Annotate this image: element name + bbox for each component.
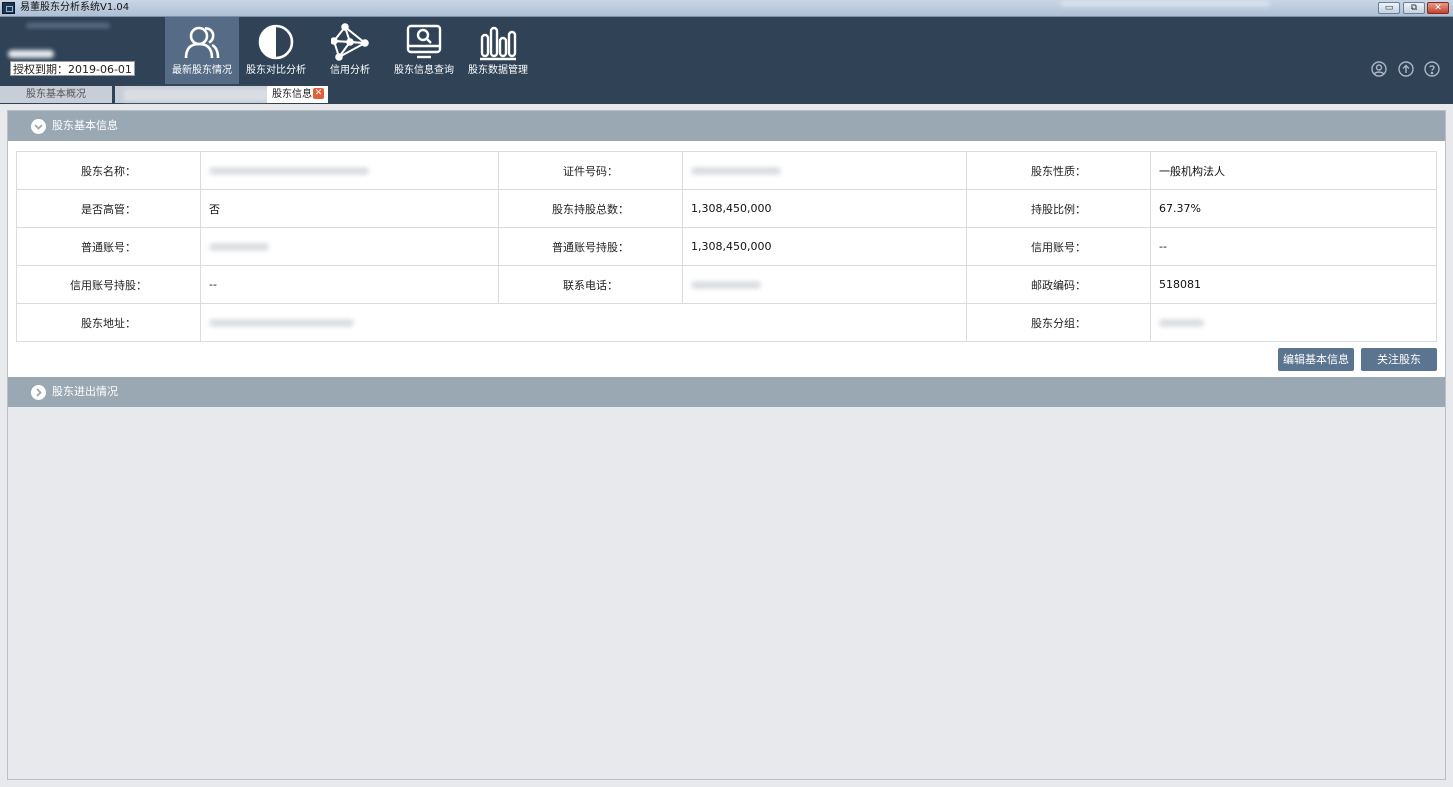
table-row: 信用账号持股： -- 联系电话： 邮政编码： 518081 bbox=[16, 265, 1437, 304]
window-titlebar: 易董股东分析系统V1.04 ▭ ⧉ ✕ bbox=[0, 0, 1453, 17]
label-postal-code: 邮政编码： bbox=[966, 265, 1151, 304]
redacted-user-info bbox=[26, 23, 110, 28]
label-holder-type: 股东性质： bbox=[966, 151, 1151, 190]
chevron-right-icon[interactable] bbox=[31, 385, 46, 400]
nav-credit-analysis[interactable]: 信用分析 bbox=[313, 17, 387, 84]
value-share-ratio: 67.37% bbox=[1150, 189, 1437, 228]
table-row: 是否高管： 否 股东持股总数： 1,308,450,000 持股比例： 67.3… bbox=[16, 189, 1437, 228]
window-title: 易董股东分析系统V1.04 bbox=[20, 2, 130, 13]
section-title: 股东基本信息 bbox=[52, 119, 118, 132]
nav-label: 股东对比分析 bbox=[246, 65, 306, 76]
table-row: 普通账号： 普通账号持股： 1,308,450,000 信用账号： -- bbox=[16, 227, 1437, 266]
redacted-value bbox=[209, 167, 369, 175]
value-normal-account bbox=[200, 227, 499, 266]
value-holder-name bbox=[200, 151, 499, 190]
value-holder-group bbox=[1150, 303, 1437, 342]
label-normal-account: 普通账号： bbox=[16, 227, 201, 266]
holder-info-table: 股东名称： 证件号码： 股东性质： 一般机构法人 是否高管： 否 股东持股总数：… bbox=[16, 151, 1437, 342]
value-credit-account: -- bbox=[1150, 227, 1437, 266]
license-expiry-label: 授权到期：2019-06-01 bbox=[10, 61, 135, 76]
label-holder-group: 股东分组： bbox=[966, 303, 1151, 342]
section-title: 股东进出情况 bbox=[52, 385, 118, 398]
user-circle-icon[interactable] bbox=[1371, 61, 1387, 77]
label-holder-name: 股东名称： bbox=[16, 151, 201, 190]
nav-label: 信用分析 bbox=[330, 65, 370, 76]
app-header: 授权到期：2019-06-01 最新股东情况 股东对比分析 信用分析 股东信息查… bbox=[0, 17, 1453, 104]
nav-holder-compare[interactable]: 股东对比分析 bbox=[239, 17, 313, 84]
close-button[interactable]: ✕ bbox=[1427, 2, 1449, 14]
nav-data-management[interactable]: 股东数据管理 bbox=[461, 17, 535, 84]
label-phone: 联系电话： bbox=[498, 265, 683, 304]
redacted-tab-title bbox=[124, 89, 268, 101]
value-address bbox=[200, 303, 967, 342]
value-holder-type: 一般机构法人 bbox=[1150, 151, 1437, 190]
value-id-number bbox=[682, 151, 967, 190]
redacted-area bbox=[1060, 1, 1270, 7]
table-row: 股东地址： 股东分组： bbox=[16, 303, 1437, 342]
help-icon[interactable] bbox=[1424, 61, 1440, 77]
upload-icon[interactable] bbox=[1398, 61, 1414, 77]
follow-holder-button[interactable]: 关注股东 bbox=[1361, 348, 1437, 371]
value-credit-account-shares: -- bbox=[200, 265, 499, 304]
label-is-executive: 是否高管： bbox=[16, 189, 201, 228]
minimize-button[interactable]: ▭ bbox=[1378, 2, 1400, 14]
main-nav: 最新股东情况 股东对比分析 信用分析 股东信息查询 股东数据管理 bbox=[165, 17, 535, 84]
nav-holder-query[interactable]: 股东信息查询 bbox=[387, 17, 461, 84]
chevron-down-icon[interactable] bbox=[31, 119, 46, 134]
nav-label: 股东信息查询 bbox=[394, 65, 454, 76]
label-credit-account: 信用账号： bbox=[966, 227, 1151, 266]
bar-chart-icon bbox=[480, 26, 517, 61]
app-icon bbox=[2, 2, 15, 14]
redacted-username bbox=[8, 50, 54, 58]
value-total-shares: 1,308,450,000 bbox=[682, 189, 967, 228]
basic-info-panel: 股东名称： 证件号码： 股东性质： 一般机构法人 是否高管： 否 股东持股总数：… bbox=[8, 141, 1445, 377]
contrast-icon bbox=[258, 24, 294, 60]
restore-button[interactable]: ⧉ bbox=[1403, 2, 1425, 14]
section-movement-header[interactable]: 股东进出情况 bbox=[8, 377, 1445, 407]
table-row: 股东名称： 证件号码： 股东性质： 一般机构法人 bbox=[16, 151, 1437, 190]
users-icon bbox=[184, 26, 220, 59]
tab-holder-overview[interactable]: 股东基本概况 bbox=[0, 86, 112, 103]
label-share-ratio: 持股比例： bbox=[966, 189, 1151, 228]
label-credit-account-shares: 信用账号持股： bbox=[16, 265, 201, 304]
redacted-value bbox=[209, 243, 269, 251]
tab-close-icon[interactable]: ✕ bbox=[313, 88, 324, 99]
nav-label: 最新股东情况 bbox=[172, 65, 232, 76]
label-total-shares: 股东持股总数： bbox=[498, 189, 683, 228]
value-normal-account-shares: 1,308,450,000 bbox=[682, 227, 967, 266]
value-is-executive: 否 bbox=[200, 189, 499, 228]
section-basic-info-header[interactable]: 股东基本信息 bbox=[8, 111, 1445, 141]
label-id-number: 证件号码： bbox=[498, 151, 683, 190]
redacted-value bbox=[691, 167, 781, 175]
search-monitor-icon bbox=[406, 24, 442, 59]
redacted-value bbox=[691, 281, 761, 289]
main-content: 股东基本信息 股东名称： 证件号码： 股东性质： 一般机构法人 是否高管： 否 … bbox=[7, 110, 1446, 780]
label-normal-account-shares: 普通账号持股： bbox=[498, 227, 683, 266]
nav-label: 股东数据管理 bbox=[468, 65, 528, 76]
value-postal-code: 518081 bbox=[1150, 265, 1437, 304]
value-phone bbox=[682, 265, 967, 304]
label-address: 股东地址： bbox=[16, 303, 201, 342]
redacted-value bbox=[209, 319, 354, 327]
redacted-value bbox=[1159, 319, 1204, 327]
edit-basic-info-button[interactable]: 编辑基本信息 bbox=[1278, 348, 1354, 371]
network-icon bbox=[331, 23, 369, 61]
nav-latest-holders[interactable]: 最新股东情况 bbox=[165, 17, 239, 84]
